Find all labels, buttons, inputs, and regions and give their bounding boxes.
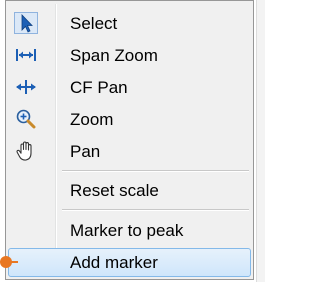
context-menu: Select Span Zoom CF Pan Zoom Pan Reset s… bbox=[5, 0, 254, 280]
menu-item-label: Marker to peak bbox=[70, 221, 184, 240]
menu-item-cf-pan[interactable]: CF Pan bbox=[8, 73, 251, 102]
menu-item-label: Select bbox=[70, 14, 118, 33]
menu-separator bbox=[62, 170, 249, 172]
cursor-arrow-icon bbox=[14, 12, 38, 34]
screenshot-stage: Select Span Zoom CF Pan Zoom Pan Reset s… bbox=[0, 0, 265, 282]
menu-separator bbox=[62, 209, 249, 211]
background-window-edge bbox=[256, 0, 265, 282]
menu-item-select[interactable]: Select bbox=[8, 9, 251, 38]
menu-item-label: Zoom bbox=[70, 110, 114, 129]
menu-item-label: Span Zoom bbox=[70, 46, 158, 65]
menu-item-label: Reset scale bbox=[70, 181, 159, 200]
cf-pan-icon bbox=[14, 76, 38, 98]
menu-item-pan[interactable]: Pan bbox=[8, 137, 251, 166]
menu-item-label: Pan bbox=[70, 142, 101, 161]
span-zoom-icon bbox=[14, 44, 38, 66]
menu-item-span-zoom[interactable]: Span Zoom bbox=[8, 41, 251, 70]
marker-point-icon bbox=[0, 256, 12, 268]
menu-item-label: CF Pan bbox=[70, 78, 128, 97]
zoom-magnifier-icon bbox=[14, 108, 38, 130]
menu-item-marker-to-peak[interactable]: Marker to peak bbox=[8, 216, 251, 245]
menu-item-add-marker[interactable]: Add marker bbox=[8, 248, 251, 277]
pan-hand-icon bbox=[14, 140, 38, 162]
menu-item-zoom[interactable]: Zoom bbox=[8, 105, 251, 134]
menu-item-label: Add marker bbox=[70, 253, 158, 272]
menu-item-reset-scale[interactable]: Reset scale bbox=[8, 176, 251, 205]
